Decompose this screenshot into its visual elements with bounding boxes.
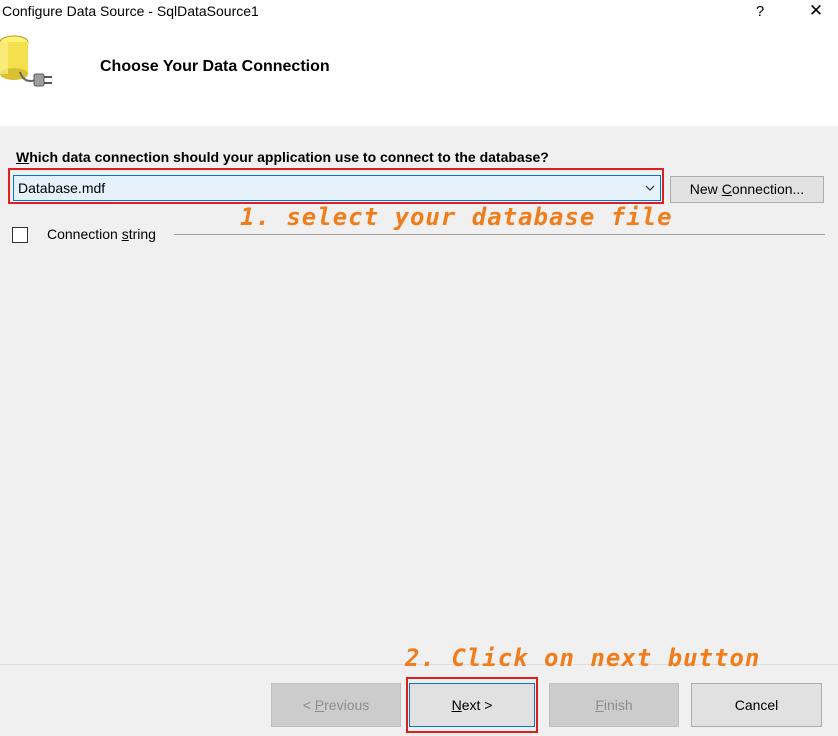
new-connection-button[interactable]: New Connection...: [670, 176, 824, 203]
cs-label-accelerator: s: [121, 226, 129, 242]
connection-string-label: Connection string: [47, 226, 156, 242]
connection-question: Which data connection should your applic…: [16, 149, 549, 165]
annotation-step2: 2. Click on next button: [405, 644, 761, 672]
finish-accelerator: F: [595, 697, 604, 713]
previous-button[interactable]: < Previous: [271, 683, 401, 727]
previous-accelerator: P: [314, 697, 325, 713]
cs-label-pre: Connection: [47, 226, 122, 242]
finish-label-post: inish: [603, 697, 633, 713]
help-button[interactable]: ?: [750, 0, 770, 24]
question-text: hich data connection should your applica…: [29, 149, 549, 165]
annotation-step1: 1. select your database file: [240, 203, 673, 231]
chevron-down-icon: [644, 178, 656, 201]
connection-dropdown-value: Database.mdf: [18, 180, 106, 196]
new-connection-label-pre: New: [689, 181, 722, 197]
cs-label-post: tring: [128, 226, 156, 242]
connection-string-checkbox[interactable]: [12, 227, 28, 243]
window-title: Configure Data Source - SqlDataSource1: [2, 3, 259, 19]
next-button[interactable]: Next >: [409, 683, 535, 727]
cancel-button[interactable]: Cancel: [691, 683, 822, 727]
connection-dropdown[interactable]: Database.mdf: [13, 175, 661, 201]
page-title: Choose Your Data Connection: [100, 58, 330, 75]
next-accelerator: N: [451, 697, 462, 713]
next-label-post: ext >: [461, 697, 493, 713]
new-connection-label-post: onnection...: [731, 181, 805, 197]
previous-label-post: revious: [324, 697, 370, 713]
database-plug-icon: [0, 35, 52, 87]
close-button[interactable]: ✕: [804, 0, 828, 24]
new-connection-accelerator: C: [721, 181, 732, 197]
group-divider: [174, 234, 825, 235]
header-band: [0, 26, 838, 126]
question-accelerator: W: [16, 149, 30, 165]
previous-label-pre: <: [302, 697, 315, 713]
finish-button[interactable]: Finish: [549, 683, 679, 727]
